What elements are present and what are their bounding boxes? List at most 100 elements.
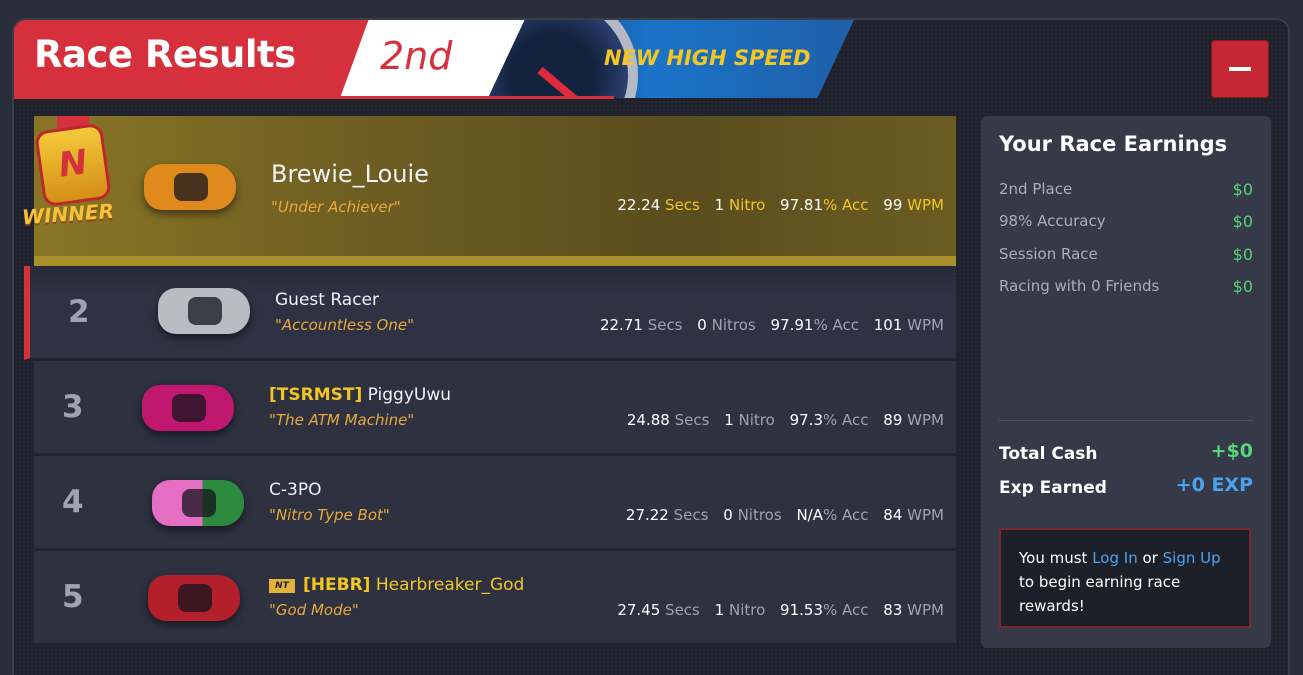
earning-item: Racing with 0 Friends $0 [999,277,1253,296]
team-tag[interactable]: [HEBR] [303,575,370,595]
time-value: 22.24 [617,196,661,214]
total-cash-value: +$0 [1210,440,1253,462]
time-unit: Secs [673,506,709,524]
wpm-unit: WPM [907,506,944,524]
new-high-speed-label: NEW HIGH SPEED [604,46,811,70]
winner-name: Brewie_Louie [271,160,429,188]
wpm-value: 99 [883,196,903,214]
nitro-unit: Nitro [728,196,766,214]
gold-member-icon: NT [269,579,295,593]
winner-stats: 22.24 Secs 1 Nitro 97.81% Acc 99 WPM [617,196,944,214]
racer-car-image [142,381,234,435]
nitro-unit: Nitro [738,411,775,429]
race-results-panel: Race Results 2nd NEW HIGH SPEED WINNER B… [12,18,1290,675]
notice-text-end: to begin earning race rewards! [1019,573,1181,615]
racer-name-text: Guest Racer [275,290,379,310]
earning-value: $0 [1232,212,1253,231]
earning-value: $0 [1232,277,1253,296]
accuracy-unit: % Acc [823,411,869,429]
nitro-value: 1 [724,411,734,429]
earnings-divider [999,420,1253,421]
nitro-value: 0 [697,316,707,334]
racer-title: "The ATM Machine" [269,411,415,429]
winner-car-image [144,160,236,214]
rank-number: 5 [62,579,84,615]
login-link[interactable]: Log In [1092,549,1138,567]
earnings-heading: Your Race Earnings [999,132,1228,156]
time-unit: Secs [665,196,700,214]
racer-title: "Accountless One" [275,316,414,334]
accuracy-unit: % Acc [823,601,869,619]
exp-earned: Exp Earned +0 EXP [999,474,1253,498]
finish-place: 2nd [380,34,453,78]
total-cash: Total Cash +$0 [999,440,1253,464]
racer-row-you: 2 Guest Racer "Accountless One" 22.71 Se… [24,266,956,360]
time-value: 24.88 [626,411,670,429]
minus-icon [1229,67,1251,71]
exp-earned-label: Exp Earned [999,478,1107,498]
racer-name: Guest Racer [275,290,379,310]
racer-title: "God Mode" [269,601,359,619]
rank-number: 2 [68,294,90,330]
racer-row: 5 NT [HEBR] Hearbreaker_God "God Mode" 27… [34,551,956,645]
earning-item: Session Race $0 [999,245,1253,264]
notice-or: or [1142,549,1158,567]
notice-text: You must [1019,549,1088,567]
racer-name-text: Hearbreaker_God [375,575,525,595]
earning-item: 2nd Place $0 [999,180,1253,199]
wpm-unit: WPM [907,196,944,214]
time-unit: Secs [674,411,710,429]
earning-label: 98% Accuracy [999,212,1106,230]
accuracy-unit: % Acc [823,506,869,524]
minimize-button[interactable] [1211,40,1269,98]
racer-stats: 24.88 Secs 1 Nitro 97.3% Acc 89 WPM [627,411,944,429]
accuracy-value: 97.91 [770,316,814,334]
earning-item: 98% Accuracy $0 [999,212,1253,231]
page-title: Race Results [34,33,296,76]
racer-stats: 27.45 Secs 1 Nitro 91.53% Acc 83 WPM [617,601,944,619]
signup-link[interactable]: Sign Up [1163,549,1221,567]
racer-title: "Nitro Type Bot" [269,506,390,524]
nitro-shield-icon [37,126,109,204]
team-tag[interactable]: [TSRMST] [269,385,362,405]
accuracy-value: 91.53 [780,601,823,619]
earning-label: 2nd Place [999,180,1073,198]
wpm-unit: WPM [907,601,944,619]
earning-label: Racing with 0 Friends [999,277,1160,295]
winner-title: "Under Achiever" [271,198,401,216]
wpm-value: 83 [883,601,903,619]
total-cash-label: Total Cash [999,444,1098,464]
wpm-value: 101 [873,316,903,334]
racer-name-text: C-3PO [269,480,322,500]
racer-car-image [158,284,250,338]
nitro-value: 0 [723,506,733,524]
racer-name: NT [HEBR] Hearbreaker_God [269,575,524,595]
racer-car-image [148,571,240,625]
winner-row: WINNER Brewie_Louie "Under Achiever" 22.… [21,116,956,266]
racer-name-text: PiggyUwu [367,385,452,405]
accuracy-unit: % Acc [823,196,869,214]
nitro-unit: Nitros [737,506,782,524]
nitro-value: 1 [714,601,725,619]
racer-name: [TSRMST] PiggyUwu [269,385,451,405]
wpm-value: 89 [883,411,903,429]
nitro-unit: Nitro [728,601,766,619]
nitro-unit: Nitros [711,316,756,334]
racer-stats: 27.22 Secs 0 Nitros N/A% Acc 84 WPM [626,506,944,524]
earning-value: $0 [1232,180,1253,199]
winner-badge: WINNER [20,116,130,236]
rank-number: 3 [62,389,84,425]
exp-earned-value: +0 EXP [1175,474,1253,496]
earning-value: $0 [1232,245,1253,264]
header-divider [14,96,614,99]
wpm-unit: WPM [907,316,944,334]
racer-car-image [152,476,244,530]
race-earnings-panel: Your Race Earnings 2nd Place $0 98% Accu… [981,116,1271,648]
accuracy-value: N/A [796,506,823,524]
accuracy-value: 97.3 [789,411,823,429]
racer-name: C-3PO [269,480,321,500]
time-unit: Secs [665,601,700,619]
accuracy-unit: % Acc [813,316,859,334]
racer-row: 4 C-3PO "Nitro Type Bot" 27.22 Secs 0 Ni… [34,456,956,550]
earning-label: Session Race [999,245,1098,263]
